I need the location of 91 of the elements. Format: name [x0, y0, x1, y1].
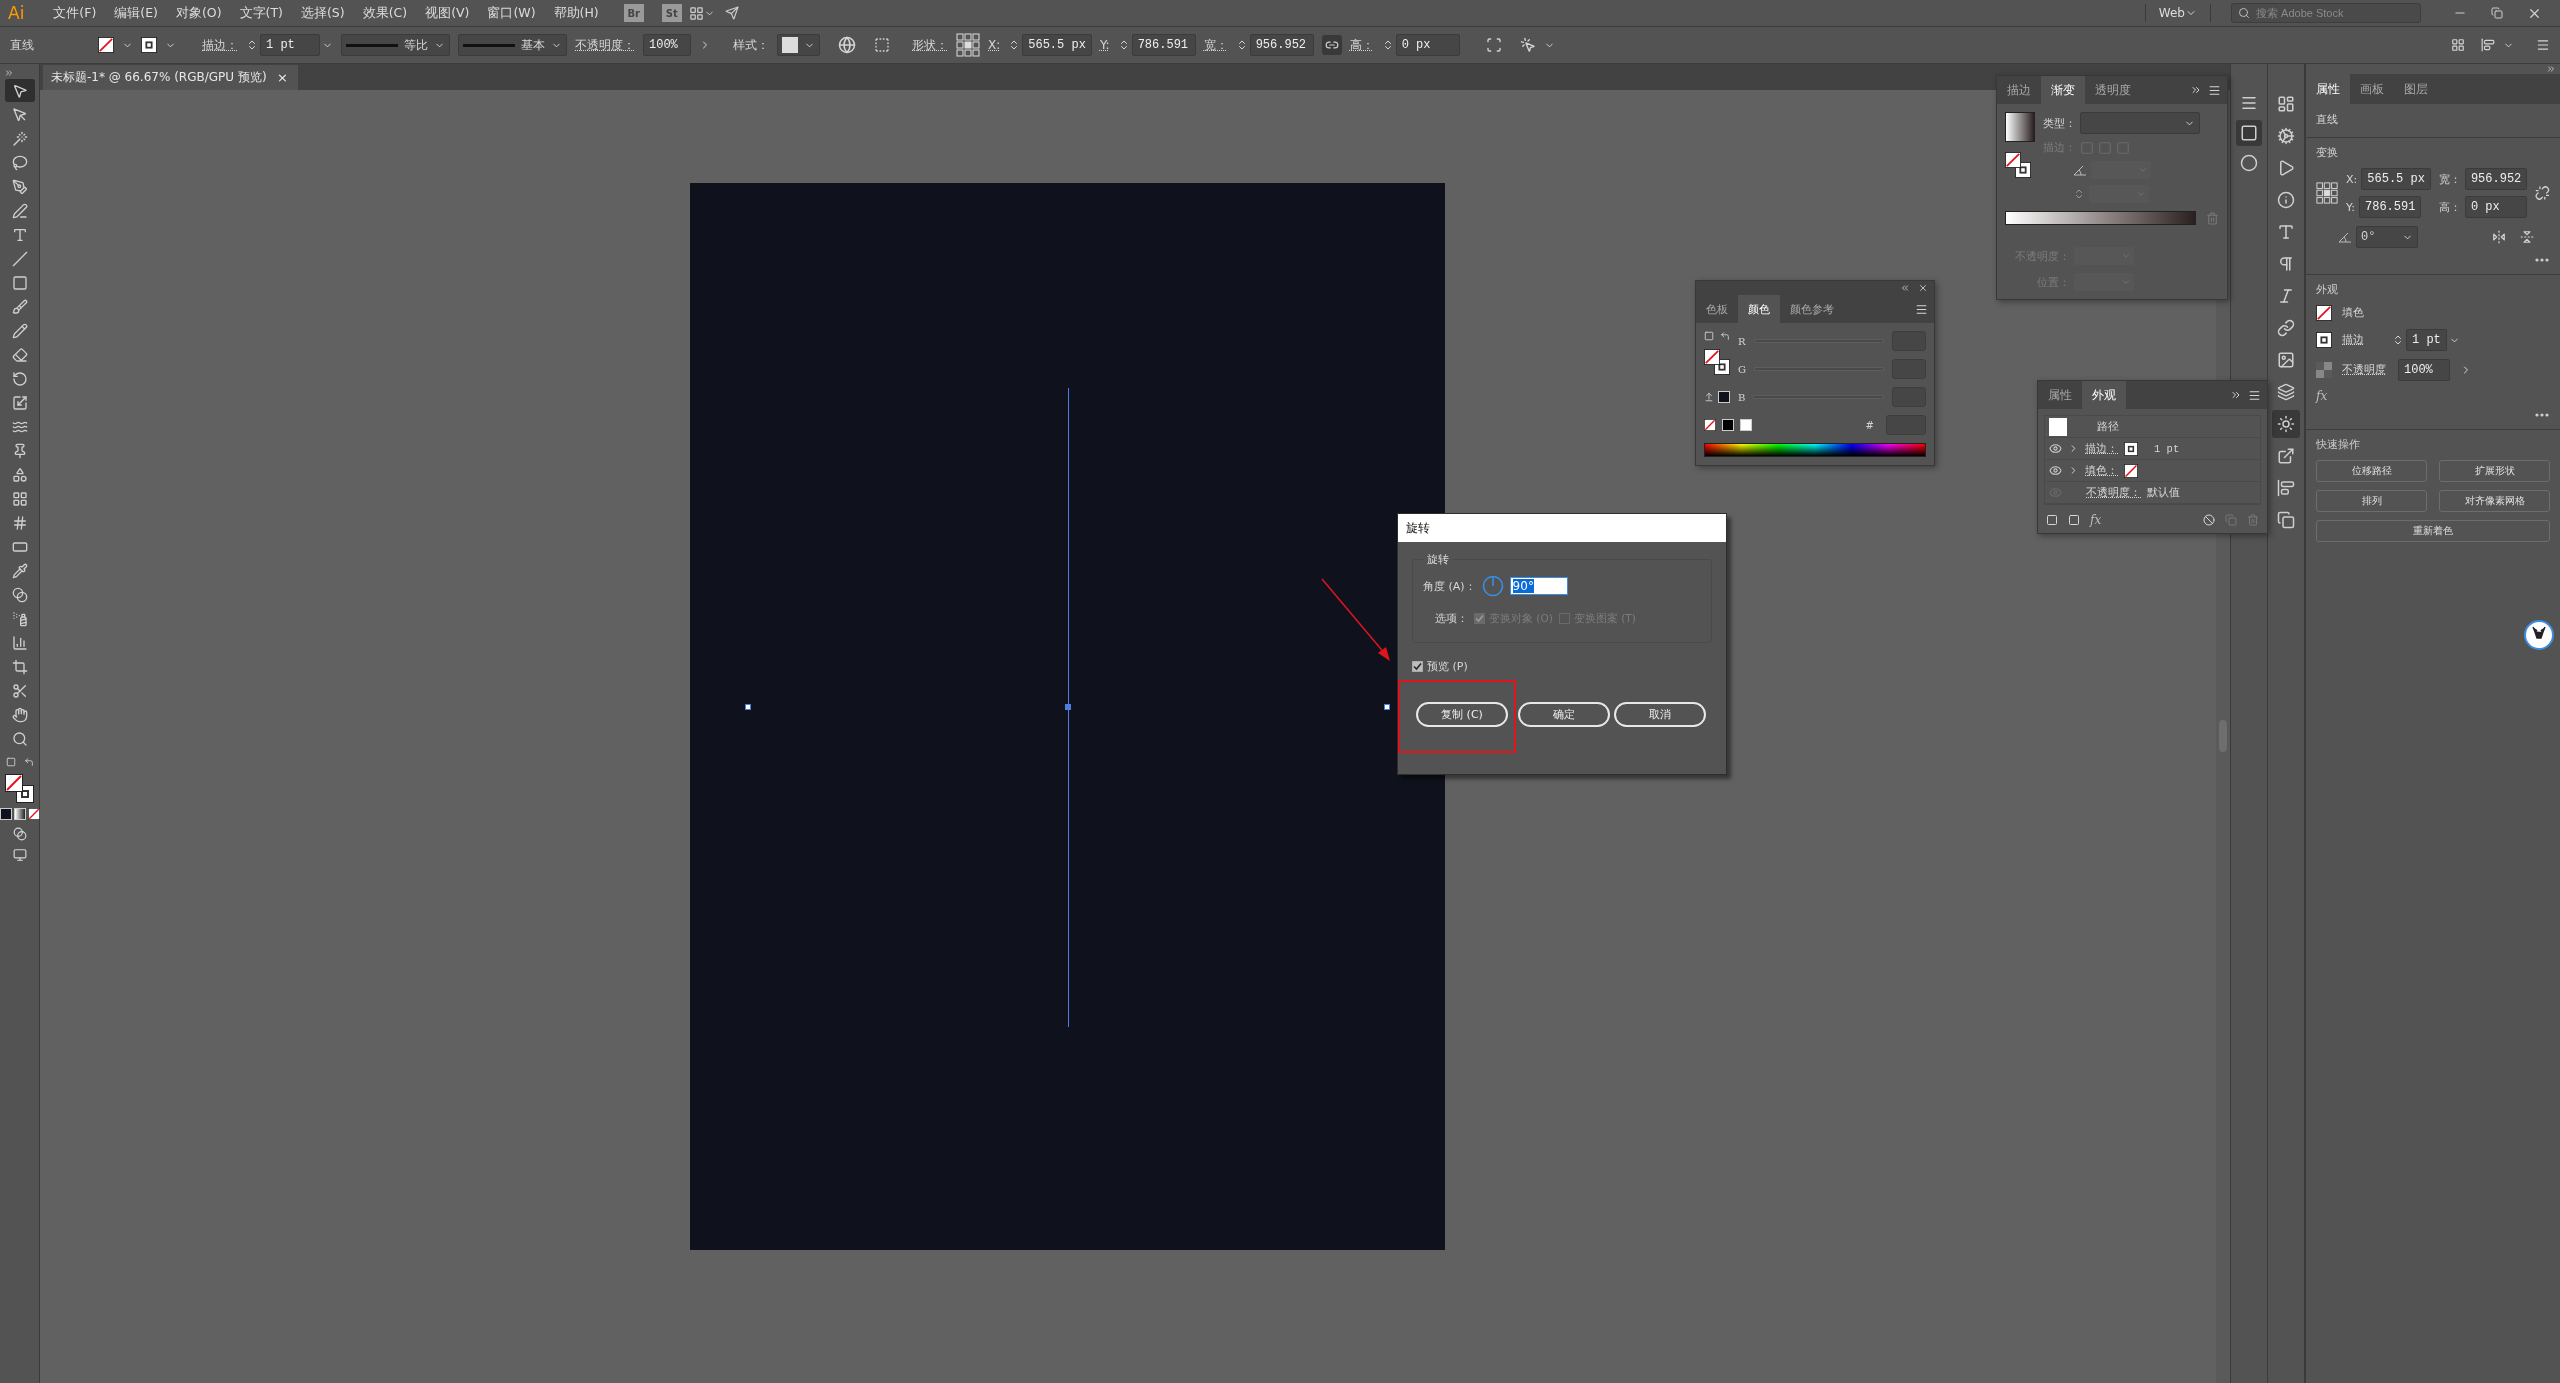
height-field[interactable]: 0 px	[2464, 196, 2527, 218]
app-logo: Ai	[8, 3, 25, 23]
channel-label: R	[1738, 335, 1746, 347]
y-field[interactable]: 786.591	[1131, 34, 1196, 56]
width-label: 宽：	[1203, 36, 1228, 54]
channel-label: G	[1738, 363, 1746, 375]
panel-tab[interactable]: 属性	[2306, 74, 2350, 104]
close-tab-button[interactable]: ×	[275, 70, 290, 85]
height-label: 高：	[2438, 199, 2461, 215]
stroke-weight-field[interactable]: 1 pt	[2406, 329, 2447, 351]
width-label: 宽：	[2438, 171, 2461, 187]
section-title: 变换	[2316, 146, 2339, 160]
object-type-label: 直线	[10, 36, 35, 54]
attribute-label[interactable]: 描边：	[2085, 441, 2118, 456]
bridge-button[interactable]: Br	[623, 4, 644, 22]
document-tab[interactable]: 未标题-1* @ 66.67% (RGB/GPU 预览) ×	[43, 65, 298, 90]
document-title: 未标题-1* @ 66.67% (RGB/GPU 预览)	[51, 69, 267, 86]
menu-item[interactable]: 选择(S)	[293, 2, 352, 24]
effects-button[interactable]: fx	[2316, 389, 2328, 403]
y-label: Y:	[1099, 38, 1110, 52]
quick-action-button[interactable]: 位移路径	[2316, 460, 2427, 482]
attribute-value: 默认值	[2147, 485, 2180, 500]
x-label: X:	[988, 38, 1001, 52]
stroke-weight-field[interactable]: 1 pt	[260, 34, 320, 56]
fill-label: 填色	[2342, 306, 2364, 320]
panel-tab[interactable]: 色板	[1696, 295, 1738, 323]
opacity-label[interactable]: 不透明度	[2342, 363, 2388, 377]
panel-tab[interactable]: 颜色参考	[1780, 295, 1844, 323]
stock-button[interactable]: St	[661, 4, 682, 22]
stroke-label[interactable]: 描边：	[202, 36, 238, 54]
panel-tab[interactable]: 描边	[1997, 76, 2041, 104]
search-field[interactable]: 搜索 Adobe Stock	[2231, 3, 2421, 23]
effects-button[interactable]: fx	[2090, 513, 2102, 527]
x-field[interactable]: 565.5 px	[1022, 34, 1092, 56]
options-label: 选项：	[1435, 611, 1468, 626]
style-label: 样式：	[733, 36, 769, 54]
panel-tab[interactable]: 图层	[2394, 74, 2438, 104]
y-field[interactable]: 786.591	[2359, 196, 2422, 218]
y-label: Y:	[2346, 200, 2355, 214]
quick-action-button[interactable]: 扩展形状	[2439, 460, 2550, 482]
shape-label[interactable]: 形状：	[912, 36, 948, 54]
panel-tab[interactable]: 颜色	[1738, 295, 1780, 323]
menu-item[interactable]: 文字(T)	[232, 2, 290, 24]
height-field[interactable]: 0 px	[1395, 34, 1460, 56]
section-title: 外观	[2316, 283, 2339, 297]
height-label: 高：	[1349, 36, 1374, 54]
width-field[interactable]: 956.952	[2464, 168, 2528, 190]
dialog-button[interactable]: 确定	[1518, 702, 1610, 727]
x-field[interactable]: 565.5 px	[2361, 168, 2431, 190]
stroke-label[interactable]: 描边	[2342, 333, 2382, 347]
angle-label: 角度 (A)：	[1423, 578, 1476, 594]
group-label: 旋转	[1426, 552, 1450, 567]
profile-dropdown[interactable]: 等比	[341, 34, 450, 56]
preview-label: 预览 (P)	[1427, 659, 1468, 674]
quick-action-button[interactable]: 重新着色	[2316, 520, 2550, 542]
attribute-label[interactable]: 不透明度：	[2086, 485, 2141, 500]
dialog-title: 旋转	[1398, 514, 1726, 542]
dialog-button[interactable]: 复制 (C)	[1416, 702, 1508, 727]
attribute-label[interactable]: 填色：	[2085, 463, 2118, 478]
menu-item[interactable]: 帮助(H)	[546, 2, 606, 24]
channel-label: B	[1738, 391, 1746, 403]
angle-field[interactable]: 90°	[1509, 577, 1568, 595]
width-field[interactable]: 956.952	[1249, 34, 1314, 56]
opacity-field[interactable]: 100%	[2398, 359, 2450, 381]
menu-item[interactable]: 文件(F)	[46, 2, 104, 24]
menu-item[interactable]: 视图(V)	[418, 2, 477, 24]
panel-tab[interactable]: 渐变	[2041, 76, 2085, 104]
quick-action-button[interactable]: 对齐像素网格	[2439, 490, 2550, 512]
panel-tab[interactable]: 画板	[2350, 74, 2394, 104]
opacity-label[interactable]: 不透明度：	[575, 36, 635, 54]
object-type-label: 直线	[2316, 112, 2339, 127]
menu-item[interactable]: 窗口(W)	[480, 2, 543, 24]
workspace-switcher[interactable]: Web	[2155, 3, 2200, 23]
menu-item[interactable]: 效果(C)	[355, 2, 415, 24]
menu-item[interactable]: 对象(O)	[168, 2, 229, 24]
angle-dropdown[interactable]: 0°	[2356, 226, 2418, 248]
quick-action-button[interactable]: 排列	[2316, 490, 2427, 512]
menu-item[interactable]: 编辑(E)	[107, 2, 165, 24]
panel-tab[interactable]: 属性	[2038, 381, 2082, 409]
type-label: 类型：	[2043, 115, 2076, 131]
opacity-field[interactable]: 100%	[643, 34, 691, 56]
dialog-button[interactable]: 取消	[1614, 702, 1706, 727]
panel-tab[interactable]: 外观	[2082, 381, 2126, 409]
hex-label: #	[1865, 419, 1874, 431]
panel-tab[interactable]: 透明度	[2085, 76, 2141, 104]
section-title: 快速操作	[2316, 438, 2361, 452]
attribute-value: 1 pt	[2154, 442, 2180, 455]
object-label: 路径	[2097, 419, 2119, 434]
x-label: X:	[2346, 172, 2358, 186]
brush-dropdown[interactable]: 基本	[458, 34, 567, 56]
search-input[interactable]: 搜索 Adobe Stock	[2254, 6, 2404, 20]
